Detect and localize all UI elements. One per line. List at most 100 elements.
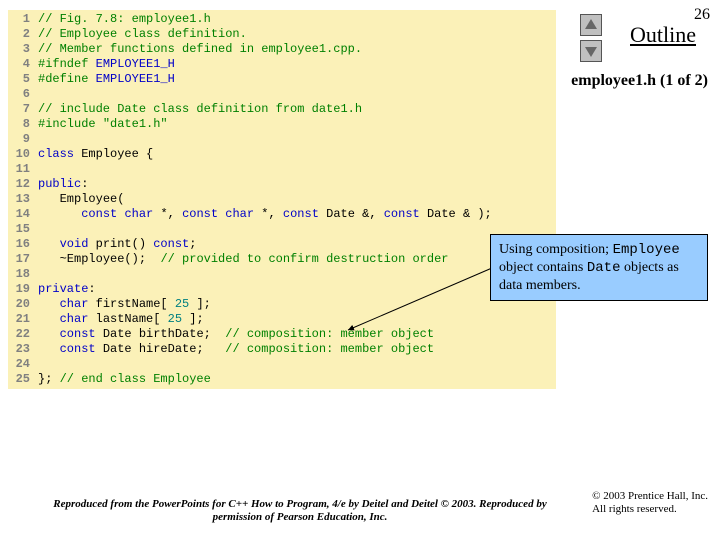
code-comment: // Member functions defined in employee1…	[38, 42, 362, 56]
code-text: Date &,	[319, 207, 384, 221]
nav-up-button[interactable]	[580, 14, 602, 36]
code-text: ;	[189, 237, 196, 251]
code-comment: // Employee class definition.	[38, 27, 247, 41]
code-text	[88, 72, 95, 86]
code-keyword: const	[182, 207, 218, 221]
line-number: 8	[8, 117, 38, 132]
line-number: 19	[8, 282, 38, 297]
code-keyword: const	[283, 207, 319, 221]
code-comment: // end class Employee	[60, 372, 211, 386]
code-macro: EMPLOYEE1_H	[96, 72, 175, 86]
code-text: print()	[88, 237, 153, 251]
code-text: Date birthDate;	[96, 327, 226, 341]
line-number: 22	[8, 327, 38, 342]
line-number: 18	[8, 267, 38, 282]
line-number: 20	[8, 297, 38, 312]
code-keyword: public	[38, 177, 81, 191]
arrow-down-icon	[585, 47, 597, 57]
code-keyword: const	[153, 237, 189, 251]
code-text: ];	[182, 312, 204, 326]
line-number: 9	[8, 132, 38, 147]
code-indent	[38, 342, 60, 356]
line-number: 10	[8, 147, 38, 162]
code-text: :	[88, 282, 95, 296]
line-number: 6	[8, 87, 38, 102]
code-keyword: char	[124, 207, 153, 221]
line-number: 1	[8, 12, 38, 27]
line-number: 13	[8, 192, 38, 207]
code-keyword: const	[384, 207, 420, 221]
line-number: 4	[8, 57, 38, 72]
code-indent	[38, 252, 60, 266]
code-keyword: void	[60, 237, 89, 251]
code-text: ];	[189, 297, 211, 311]
line-number: 14	[8, 207, 38, 222]
code-keyword: const	[60, 327, 96, 341]
line-number: 21	[8, 312, 38, 327]
code-indent	[38, 207, 81, 221]
outline-link[interactable]: Outline	[630, 22, 696, 48]
code-comment: // composition: member object	[225, 342, 434, 356]
line-number: 25	[8, 372, 38, 387]
code-keyword: const	[60, 342, 96, 356]
code-text: *,	[254, 207, 283, 221]
arrow-up-icon	[585, 19, 597, 29]
code-indent	[38, 192, 60, 206]
code-text: lastName[	[88, 312, 167, 326]
line-number: 15	[8, 222, 38, 237]
code-number: 25	[175, 297, 189, 311]
line-number: 3	[8, 42, 38, 57]
slide-subtitle: employee1.h (1 of 2)	[571, 72, 708, 90]
line-number: 23	[8, 342, 38, 357]
code-indent	[38, 327, 60, 341]
slide: 26 Outline employee1.h (1 of 2) 1// Fig.…	[0, 0, 720, 540]
code-indent	[38, 237, 60, 251]
copyright-line: © 2003 Prentice Hall, Inc.	[592, 490, 708, 502]
code-comment: // Fig. 7.8: employee1.h	[38, 12, 211, 26]
line-number: 24	[8, 357, 38, 372]
code-text: :	[81, 177, 88, 191]
line-number: 5	[8, 72, 38, 87]
code-text: };	[38, 372, 60, 386]
code-string: "date1.h"	[103, 117, 168, 131]
line-number: 12	[8, 177, 38, 192]
code-text: *,	[153, 207, 182, 221]
code-indent	[38, 312, 60, 326]
code-keyword: class	[38, 147, 74, 161]
code-listing: 1// Fig. 7.8: employee1.h 2// Employee c…	[8, 10, 556, 389]
code-text	[96, 117, 103, 131]
callout-text: object contains	[499, 260, 587, 275]
code-indent	[38, 297, 60, 311]
line-number: 11	[8, 162, 38, 177]
code-text: ~Employee();	[60, 252, 161, 266]
code-text: firstName[	[88, 297, 174, 311]
code-preproc: #ifndef	[38, 57, 88, 71]
code-preproc: #include	[38, 117, 96, 131]
code-comment: // composition: member object	[225, 327, 434, 341]
callout-code: Date	[587, 260, 621, 276]
code-comment: // provided to confirm destruction order	[160, 252, 448, 266]
code-preproc: #define	[38, 72, 88, 86]
callout-text: Using composition;	[499, 242, 613, 257]
code-keyword: char	[225, 207, 254, 221]
code-text: Employee(	[60, 192, 125, 206]
code-number: 25	[168, 312, 182, 326]
code-text: Employee {	[74, 147, 153, 161]
page-number: 26	[694, 6, 710, 24]
line-number: 17	[8, 252, 38, 267]
nav-down-button[interactable]	[580, 40, 602, 62]
copyright-line: All rights reserved.	[592, 503, 677, 515]
callout-box: Using composition; Employee object conta…	[490, 234, 708, 301]
reproduction-notice: Reproduced from the PowerPoints for C++ …	[40, 498, 560, 524]
line-number: 16	[8, 237, 38, 252]
line-number: 2	[8, 27, 38, 42]
code-keyword: char	[60, 312, 89, 326]
code-keyword: char	[60, 297, 89, 311]
callout-code: Employee	[613, 242, 680, 258]
code-keyword: const	[81, 207, 117, 221]
code-comment: // include Date class definition from da…	[38, 102, 362, 116]
code-keyword: private	[38, 282, 88, 296]
copyright: © 2003 Prentice Hall, Inc. All rights re…	[592, 490, 708, 516]
code-text	[88, 57, 95, 71]
code-text: Date & );	[420, 207, 492, 221]
